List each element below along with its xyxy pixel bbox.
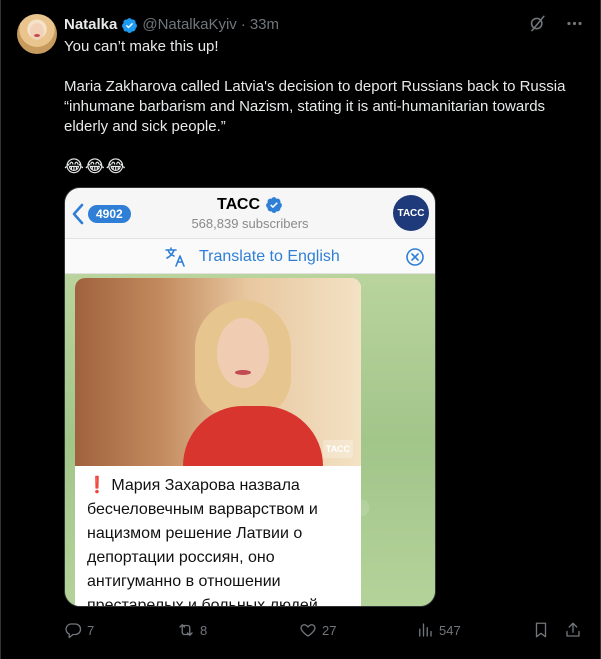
verified-badge-icon: [122, 17, 138, 33]
photo-mouth: [235, 370, 251, 375]
message-photo: ТАСС: [75, 278, 361, 466]
bookmark-icon: [535, 622, 547, 638]
retweet-count: 8: [200, 622, 208, 638]
share-icon: [566, 622, 580, 637]
grok-icon[interactable]: [528, 14, 547, 33]
heart-icon: [300, 624, 316, 637]
exclamation-icon: ❗: [87, 477, 107, 494]
tweet-media-image[interactable]: 4902 ТАСС 568,839 subscribers ТАСС Trans…: [64, 187, 436, 607]
views-button[interactable]: 547: [416, 621, 461, 639]
translate-label: Translate to English: [199, 248, 340, 265]
tweet-line-1: You can’t make this up!: [64, 38, 219, 55]
avatar-face: [30, 23, 44, 40]
tweet-header: Natalka @NatalkaKyiv · 33m: [64, 15, 279, 35]
tweet[interactable]: Natalka @NatalkaKyiv · 33m You can’t mak…: [0, 0, 601, 659]
tweet-text: You can’t make this up! Maria Zakharova …: [64, 37, 584, 177]
share-button[interactable]: [564, 621, 582, 639]
translate-bar: Translate to English: [65, 238, 435, 274]
message-text: ❗ Мария Захарова назвала бесчеловечным в…: [87, 474, 357, 607]
photo-watermark: ТАСС: [322, 440, 353, 458]
channel-title: ТАСС: [65, 196, 435, 214]
photo-face: [217, 318, 269, 388]
author-name[interactable]: Natalka: [64, 15, 117, 35]
like-count: 27: [322, 622, 337, 638]
avatar-lips: [34, 34, 40, 37]
retweet-button[interactable]: 8: [177, 621, 207, 639]
channel-name: ТАСС: [216, 196, 261, 213]
reply-count: 7: [87, 622, 95, 638]
translate-icon: [165, 247, 185, 267]
like-button[interactable]: 27: [299, 621, 336, 639]
tweet-line-2: Maria Zakharova called Latvia's decision…: [64, 78, 566, 135]
close-icon: [406, 248, 424, 266]
bookmark-button[interactable]: [532, 621, 550, 639]
author-avatar[interactable]: [17, 14, 57, 54]
retweet-icon: [179, 624, 193, 636]
view-count: 547: [439, 622, 461, 638]
reply-button[interactable]: 7: [64, 621, 94, 639]
separator-dot: ·: [240, 16, 246, 33]
reply-icon: [65, 623, 82, 639]
message-body: Мария Захарова назвала бесчеловечным вар…: [87, 477, 323, 607]
photo-dress: [183, 406, 323, 466]
action-bar: 7 8 27 547: [64, 620, 584, 640]
channel-logo: ТАСС: [393, 195, 429, 231]
author-handle[interactable]: @NatalkaKyiv: [142, 15, 236, 35]
tweet-time[interactable]: 33m: [250, 15, 279, 35]
more-options-icon[interactable]: [565, 14, 584, 33]
channel-verified-icon: [266, 197, 282, 213]
message-bubble: ТАСС ❗ Мария Захарова назвала бесчеловеч…: [75, 278, 361, 607]
subscriber-count: 568,839 subscribers: [191, 216, 309, 231]
top-actions: [528, 14, 584, 33]
tweet-emojis: 😂😂😂: [64, 157, 127, 176]
analytics-icon: [419, 623, 432, 637]
telegram-header: 4902 ТАСС 568,839 subscribers ТАСС: [65, 188, 435, 238]
